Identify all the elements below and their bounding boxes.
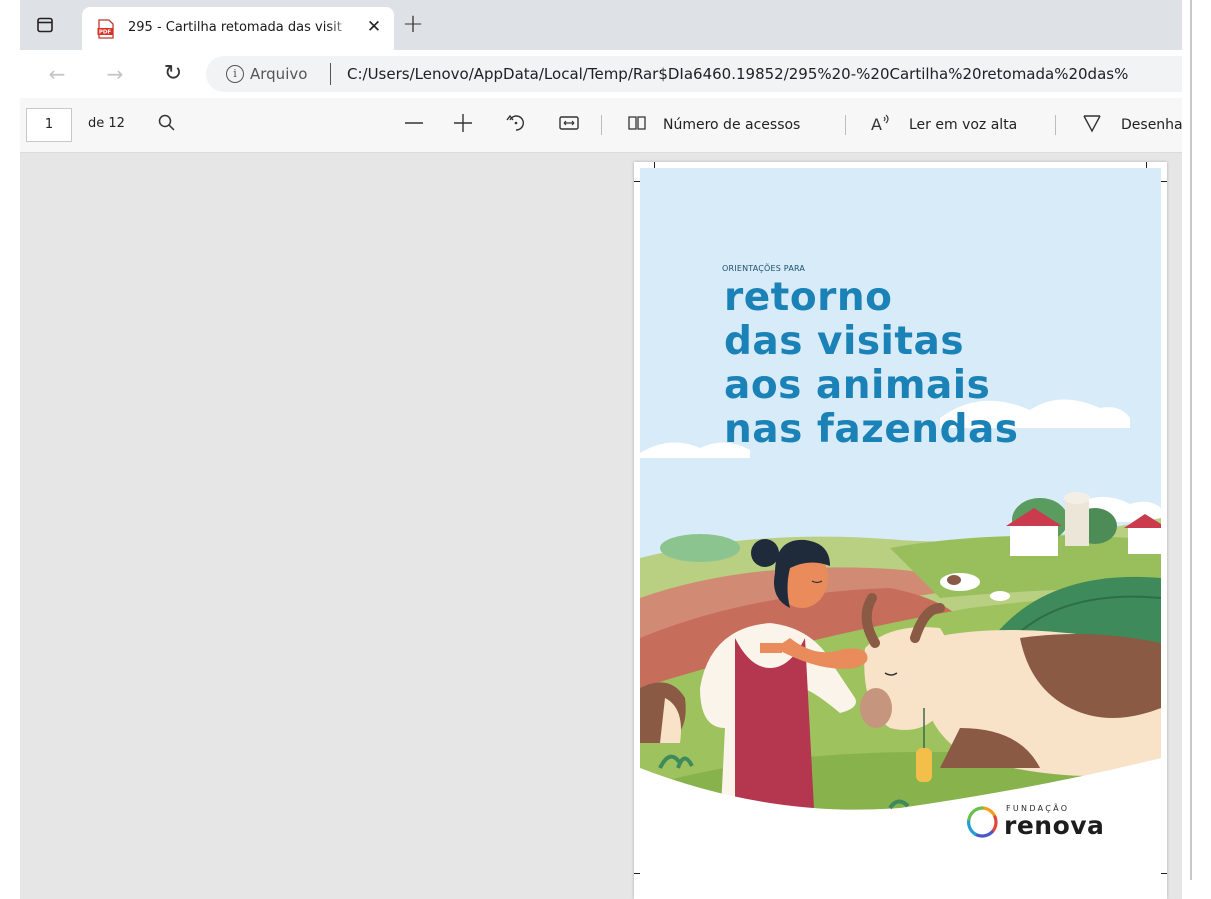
search-icon[interactable] [155,111,179,135]
cover-title-line: aos animais [724,363,991,408]
new-tab-button[interactable]: + [400,11,426,38]
svg-text:PDF: PDF [99,30,112,36]
url-text[interactable]: C:/Users/Lenovo/AppData/Local/Temp/Rar$D… [347,65,1128,83]
left-margin [0,0,20,899]
toolbar-separator [1055,115,1056,135]
address-separator [330,63,331,85]
back-arrow-icon[interactable]: ← [42,60,72,88]
right-edge-scrollbar[interactable] [1182,0,1211,899]
pdf-file-icon: PDF [97,19,114,39]
pdf-toolbar: 1 de 12 Número de acessos A Ler em voz a… [20,98,1182,153]
browser-window: PDF 295 - Cartilha retomada das visit ✕ … [20,0,1182,899]
cover-title-line: nas fazendas [724,407,1019,452]
info-icon[interactable]: i [226,65,244,83]
pdf-page: ORIENTAÇÕES PARA retorno das visitas aos… [634,162,1167,899]
zoom-in-icon[interactable] [451,111,475,135]
logo-renova: renova [1004,811,1105,840]
fit-to-width-icon[interactable] [557,111,581,135]
page-number-input[interactable]: 1 [26,108,72,142]
cover-title-line: retorno [724,275,893,320]
close-tab-icon[interactable]: ✕ [362,15,386,39]
renova-logo: FUNDAÇÃO renova [963,801,1104,841]
toolbar-separator [601,115,602,135]
svg-text:A: A [871,115,882,134]
rotate-icon[interactable] [504,111,528,135]
refresh-icon[interactable]: ↻ [158,60,188,88]
page-view-label[interactable]: Número de acessos [663,117,800,133]
zoom-out-icon[interactable] [402,111,426,135]
read-aloud-icon[interactable]: A [868,111,892,135]
cover-title: retorno das visitas aos animais nas faze… [724,276,1019,452]
page-view-icon[interactable] [625,111,649,135]
tab-strip: PDF 295 - Cartilha retomada das visit ✕ … [20,0,1182,50]
page-count: de 12 [88,116,125,131]
toolbar-separator [845,115,846,135]
address-bar[interactable]: i Arquivo C:/Users/Lenovo/AppData/Local/… [206,56,1182,92]
draw-label[interactable]: Desenha [1121,117,1182,133]
renova-logo-mark-icon [967,806,998,838]
forward-arrow-icon[interactable]: → [100,60,130,88]
cover-page: ORIENTAÇÕES PARA retorno das visitas aos… [640,168,1161,899]
pdf-viewer[interactable]: ORIENTAÇÕES PARA retorno das visitas aos… [20,153,1182,899]
draw-icon[interactable] [1080,111,1104,135]
address-bar-row: ← → ↻ i Arquivo C:/Users/Lenovo/AppData/… [20,50,1182,98]
cover-subtitle: ORIENTAÇÕES PARA [722,264,806,273]
active-tab[interactable]: PDF 295 - Cartilha retomada das visit ✕ [82,7,394,50]
site-scheme-label: Arquivo [250,65,308,83]
read-aloud-label[interactable]: Ler em voz alta [909,117,1017,133]
tab-actions-icon[interactable] [36,16,54,34]
tab-title: 295 - Cartilha retomada das visit [128,20,342,35]
cover-title-line: das visitas [724,319,965,364]
